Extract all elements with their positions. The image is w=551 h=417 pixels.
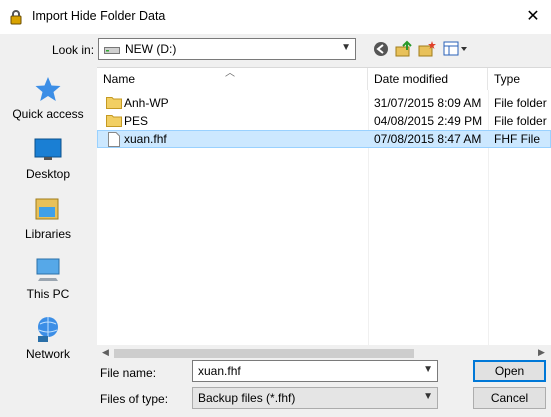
quick-access-star-icon: [34, 75, 62, 103]
file-name: xuan.fhf: [124, 132, 167, 146]
place-label: Desktop: [25, 167, 71, 181]
column-header-name[interactable]: Name: [97, 68, 368, 90]
drive-icon: [104, 44, 120, 54]
file-type-dropdown[interactable]: Backup files (*.fhf) ▼: [192, 387, 438, 409]
file-date: 07/08/2015 8:47 AM: [374, 132, 482, 146]
place-label: Network: [25, 347, 70, 361]
file-type: File folder: [494, 96, 547, 110]
window-title: Import Hide Folder Data: [32, 9, 166, 23]
chevron-down-icon: ▼: [423, 391, 433, 402]
file-type: FHF File: [494, 132, 540, 146]
cancel-button[interactable]: Cancel: [473, 387, 546, 409]
file-name: Anh-WP: [124, 96, 169, 110]
file-type: File folder: [494, 114, 547, 128]
place-network[interactable]: Network: [4, 315, 92, 371]
place-label: This PC: [26, 287, 70, 301]
column-header-type[interactable]: Type: [488, 68, 551, 90]
folder-icon: [106, 96, 122, 109]
column-header-date[interactable]: Date modified: [368, 68, 488, 90]
file-type-label: Files of type:: [100, 392, 169, 406]
file-icon: [108, 132, 120, 147]
place-libraries[interactable]: Libraries: [4, 195, 92, 251]
libraries-icon: [34, 195, 62, 223]
place-desktop[interactable]: Desktop: [4, 135, 92, 191]
up-folder-icon[interactable]: [395, 40, 413, 58]
look-in-value: NEW (D:): [125, 42, 177, 56]
close-button[interactable]: ✕: [520, 5, 546, 27]
file-name-input[interactable]: xuan.fhf ▼: [192, 360, 438, 382]
network-icon: [34, 315, 62, 343]
desktop-icon: [34, 135, 62, 163]
places-bar: Quick access Desktop Libraries This PC N…: [4, 67, 92, 367]
file-row-xuan-fhf[interactable]: xuan.fhf 07/08/2015 8:47 AM FHF File: [97, 130, 551, 148]
look-in-label: Look in:: [52, 43, 95, 57]
scroll-left-icon[interactable]: ◀: [102, 347, 109, 358]
place-label: Libraries: [24, 227, 72, 241]
file-type-value: Backup files (*.fhf): [198, 391, 296, 405]
file-name-value: xuan.fhf: [198, 364, 241, 378]
scroll-right-icon[interactable]: ▶: [538, 347, 545, 358]
this-pc-icon: [34, 255, 62, 283]
look-in-dropdown[interactable]: NEW (D:) ▼: [98, 38, 356, 60]
title-bar: Import Hide Folder Data ✕: [0, 0, 551, 34]
scrollbar-thumb[interactable]: [114, 349, 414, 358]
file-row-pes[interactable]: PES 04/08/2015 2:49 PM File folder: [97, 112, 551, 130]
file-date: 04/08/2015 2:49 PM: [374, 114, 483, 128]
file-list[interactable]: ︿ Name Date modified Type Anh-WP 31/07/2…: [97, 67, 551, 346]
place-label: Quick access: [12, 107, 84, 121]
folder-icon: [106, 114, 122, 127]
file-date: 31/07/2015 8:09 AM: [374, 96, 482, 110]
place-this-pc[interactable]: This PC: [4, 255, 92, 311]
chevron-down-icon: ▼: [341, 42, 351, 53]
view-menu-icon[interactable]: [443, 40, 469, 58]
chevron-down-icon[interactable]: ▼: [423, 364, 433, 375]
import-dialog: Import Hide Folder Data ✕ Look in: NEW (…: [0, 0, 551, 417]
file-name: PES: [124, 114, 149, 128]
file-name-label: File name:: [100, 366, 157, 380]
padlock-icon: [8, 9, 24, 25]
place-quick-access[interactable]: Quick access: [4, 75, 92, 131]
open-button[interactable]: Open: [473, 360, 546, 382]
file-row-anh-wp[interactable]: Anh-WP 31/07/2015 8:09 AM File folder: [97, 94, 551, 112]
back-icon[interactable]: [372, 40, 390, 58]
new-folder-icon[interactable]: [418, 40, 436, 58]
